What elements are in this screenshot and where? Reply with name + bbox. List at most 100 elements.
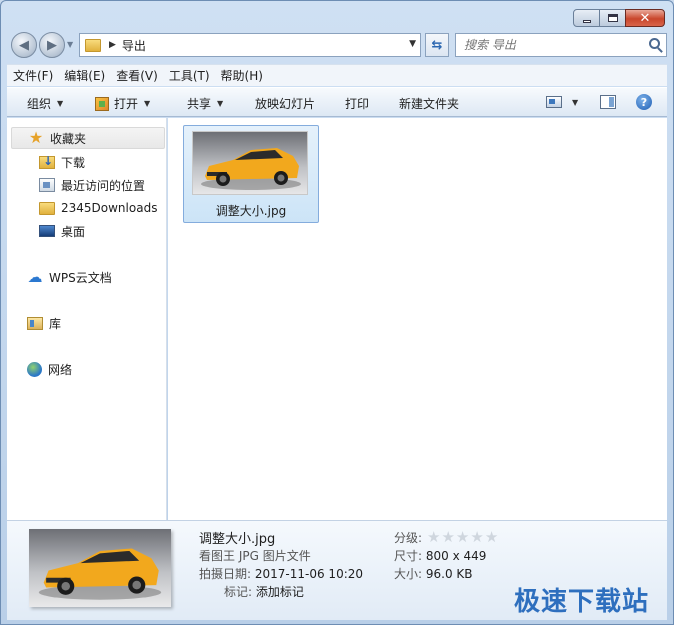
- print-label: 打印: [345, 97, 370, 111]
- change-view-button[interactable]: ▼: [546, 96, 578, 108]
- help-button[interactable]: ?: [636, 94, 652, 110]
- nav-label: 库: [49, 316, 62, 331]
- nav-desktop[interactable]: 桌面: [39, 220, 85, 242]
- address-dropdown-icon[interactable]: ▼: [409, 39, 416, 49]
- menu-tools[interactable]: 工具(T): [169, 67, 210, 84]
- minimize-button[interactable]: [573, 9, 600, 27]
- nav-libraries[interactable]: 库: [27, 312, 61, 334]
- nav-label: 桌面: [61, 224, 86, 239]
- print-button[interactable]: 打印: [345, 95, 369, 112]
- maximize-button[interactable]: [599, 9, 626, 27]
- nav-recent-places[interactable]: 最近访问的位置: [39, 174, 145, 196]
- command-bar: 组织 ▼ 打开 ▼ 共享 ▼ 放映幻灯片 打印 新建文件夹 ▼ ?: [7, 87, 667, 117]
- network-icon: [27, 361, 42, 377]
- forward-button[interactable]: ▶: [39, 32, 65, 58]
- nav-label: 网络: [48, 362, 73, 377]
- date-label: 拍摄日期:: [199, 567, 252, 581]
- detail-date-taken: 拍摄日期: 2017-11-06 10:20: [199, 565, 363, 582]
- libraries-icon: [27, 316, 43, 330]
- rating-stars[interactable]: ★ ★ ★ ★ ★: [427, 528, 499, 546]
- downloads-folder-icon: [39, 154, 55, 169]
- search-icon[interactable]: [649, 38, 660, 49]
- open-label: 打开: [114, 97, 139, 111]
- detail-size: 大小: 96.0 KB: [394, 565, 473, 582]
- address-bar[interactable]: ▶ 导出 ▼: [79, 33, 421, 57]
- open-button[interactable]: 打开 ▼: [95, 95, 150, 112]
- back-arrow-icon: ◀: [19, 37, 29, 53]
- explorer-window: ✕ ◀ ▶ ▼ ▶ 导出 ▼ ⇆ 文件(F) 编辑(E) 查看(V) 工具(T)…: [0, 0, 674, 625]
- menu-help[interactable]: 帮助(H): [221, 67, 263, 84]
- size-label: 大小:: [394, 567, 423, 581]
- dims-label: 尺寸:: [394, 549, 423, 563]
- tags-label: 标记:: [224, 585, 253, 599]
- star-icon: ★: [28, 128, 44, 147]
- new-folder-button[interactable]: 新建文件夹: [399, 95, 459, 112]
- refresh-icon: ⇆: [431, 37, 443, 53]
- view-icon: [546, 96, 562, 108]
- nav-network[interactable]: 网络: [27, 358, 72, 380]
- folder-icon: [39, 201, 55, 215]
- dims-value: 800 x 449: [425, 549, 487, 563]
- caption-buttons: ✕: [573, 9, 665, 27]
- star-icon[interactable]: ★: [456, 528, 469, 546]
- nav-label: 下载: [61, 155, 86, 170]
- breadcrumb-segment[interactable]: 导出: [122, 37, 146, 54]
- star-icon[interactable]: ★: [485, 528, 498, 546]
- preview-thumbnail: [29, 529, 171, 607]
- dropdown-icon: ▼: [144, 99, 151, 108]
- cloud-icon: ☁: [27, 268, 43, 286]
- recent-pages-dropdown-icon[interactable]: ▼: [67, 40, 73, 49]
- preview-pane-button[interactable]: [600, 95, 616, 109]
- forward-arrow-icon: ▶: [47, 37, 57, 53]
- star-icon[interactable]: ★: [427, 528, 440, 546]
- refresh-button[interactable]: ⇆: [425, 33, 449, 57]
- nav-downloads[interactable]: 下载: [39, 151, 85, 173]
- details-pane: 调整大小.jpg 看图王 JPG 图片文件 拍摄日期: 2017-11-06 1…: [7, 520, 667, 620]
- nav-wps-cloud[interactable]: ☁ WPS云文档: [27, 266, 112, 288]
- nav-label: 最近访问的位置: [61, 178, 146, 193]
- folder-icon: [85, 38, 101, 52]
- organize-button[interactable]: 组织 ▼: [27, 95, 63, 112]
- menu-file[interactable]: 文件(F): [13, 67, 53, 84]
- back-button[interactable]: ◀: [11, 32, 37, 58]
- dropdown-icon: ▼: [572, 97, 579, 107]
- menu-edit[interactable]: 编辑(E): [64, 67, 105, 84]
- new-folder-label: 新建文件夹: [399, 97, 460, 111]
- maximize-icon: [607, 14, 618, 22]
- menu-view[interactable]: 查看(V): [116, 67, 158, 84]
- search-box: [455, 33, 667, 57]
- file-item[interactable]: 调整大小.jpg: [183, 125, 319, 223]
- detail-tags: 标记: 添加标记: [224, 583, 304, 600]
- nav-2345downloads[interactable]: 2345Downloads: [39, 197, 157, 219]
- dropdown-icon: ▼: [217, 99, 224, 108]
- minimize-icon: [582, 19, 591, 23]
- search-input[interactable]: [464, 38, 634, 52]
- share-label: 共享: [187, 97, 212, 111]
- file-list: 调整大小.jpg: [168, 118, 667, 520]
- nav-label: 收藏夹: [50, 131, 87, 146]
- help-icon: ?: [636, 94, 652, 110]
- detail-dimensions: 尺寸: 800 x 449: [394, 547, 486, 564]
- preview-pane-icon: [600, 95, 616, 109]
- share-button[interactable]: 共享 ▼: [187, 95, 223, 112]
- desktop-icon: [39, 225, 55, 237]
- menu-bar: 文件(F) 编辑(E) 查看(V) 工具(T) 帮助(H): [7, 64, 667, 86]
- rating-label: 分级:: [394, 531, 423, 545]
- slideshow-button[interactable]: 放映幻灯片: [255, 95, 315, 112]
- star-icon[interactable]: ★: [441, 528, 454, 546]
- detail-file-type: 看图王 JPG 图片文件: [199, 549, 311, 563]
- nav-favorites[interactable]: ★ 收藏夹: [11, 127, 165, 149]
- watermark-logo: 极速下载站: [513, 587, 649, 617]
- close-button[interactable]: ✕: [625, 9, 665, 27]
- tags-value[interactable]: 添加标记: [256, 585, 304, 599]
- recent-places-icon: [39, 178, 55, 192]
- breadcrumb-arrow-icon[interactable]: ▶: [109, 40, 116, 50]
- open-with-icon: [95, 96, 109, 111]
- nav-label: 2345Downloads: [61, 201, 158, 215]
- file-name: 调整大小.jpg: [215, 204, 287, 218]
- detail-filename: 调整大小.jpg: [199, 532, 276, 547]
- navigation-pane: ★ 收藏夹 下载 最近访问的位置 2345Downloads 桌面 ☁ WPS云…: [7, 118, 167, 520]
- dropdown-icon: ▼: [57, 99, 64, 108]
- star-icon[interactable]: ★: [470, 528, 483, 546]
- nav-label: WPS云文档: [49, 270, 112, 285]
